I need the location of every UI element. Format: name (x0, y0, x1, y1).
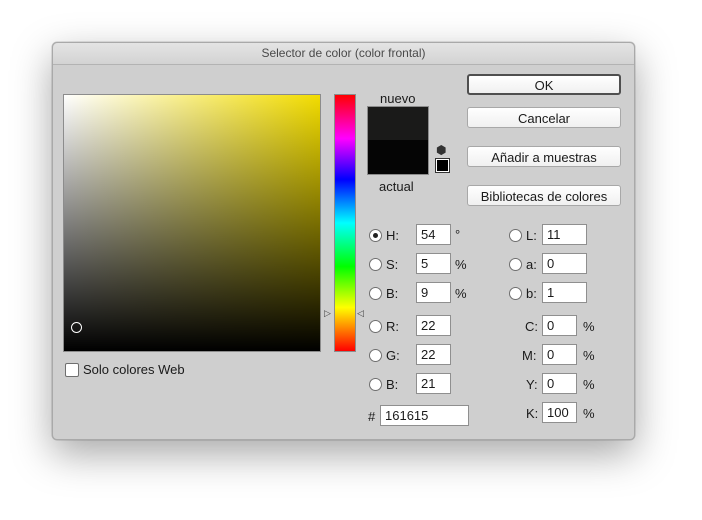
lab-a-label: a: (526, 257, 537, 272)
current-swatch-label: actual (379, 179, 414, 194)
hex-input[interactable]: 161615 (380, 405, 469, 426)
slider-arrow-right-icon[interactable]: ▷ (324, 309, 331, 318)
magenta-label: M: (522, 348, 537, 363)
brightness-input[interactable]: 9 (416, 282, 451, 303)
yellow-input[interactable]: 0 (542, 373, 577, 394)
blue-input[interactable]: 21 (416, 373, 451, 394)
lab-b-input[interactable]: 1 (542, 282, 587, 303)
s-unit: % (455, 257, 467, 272)
s-label: S: (386, 257, 399, 272)
cancel-button[interactable]: Cancelar (467, 107, 621, 128)
r-input[interactable]: 22 (416, 315, 451, 336)
brightness-label: B: (386, 286, 399, 301)
new-swatch-label: nuevo (380, 91, 416, 106)
lab-a-input[interactable]: 0 (542, 253, 587, 274)
magenta-input[interactable]: 0 (542, 344, 577, 365)
new-color-swatch (368, 107, 428, 140)
g-radio[interactable] (369, 349, 382, 362)
color-preview (367, 106, 429, 175)
r-label: R: (386, 319, 399, 334)
web-colors-only-label[interactable]: Solo colores Web (83, 362, 185, 378)
lab-a-radio[interactable] (509, 258, 522, 271)
r-radio[interactable] (369, 320, 382, 333)
brightness-unit: % (455, 286, 467, 301)
saturation-brightness-field[interactable] (63, 94, 321, 352)
cyan-label: C: (525, 319, 538, 334)
cube-icon[interactable]: ⬢ (436, 143, 446, 157)
lab-l-label: L: (526, 228, 537, 243)
color-field-marker[interactable] (71, 322, 82, 333)
yellow-label: Y: (526, 377, 538, 392)
hue-slider[interactable] (334, 94, 356, 352)
black-unit: % (583, 406, 595, 421)
current-color-swatch[interactable] (368, 140, 428, 174)
hex-label: # (368, 409, 376, 424)
magenta-unit: % (583, 348, 595, 363)
lab-l-input[interactable]: 11 (542, 224, 587, 245)
color-picker-dialog: Selector de color (color frontal) ▷ ◁ nu… (52, 42, 635, 440)
g-label: G: (386, 348, 400, 363)
cyan-input[interactable]: 0 (542, 315, 577, 336)
web-safe-swatch-icon[interactable] (436, 159, 449, 172)
s-input[interactable]: 5 (416, 253, 451, 274)
ok-button[interactable]: OK (467, 74, 621, 95)
blue-radio[interactable] (369, 378, 382, 391)
web-colors-only-checkbox[interactable] (65, 363, 79, 377)
add-to-swatches-button[interactable]: Añadir a muestras (467, 146, 621, 167)
h-input[interactable]: 54 (416, 224, 451, 245)
cyan-unit: % (583, 319, 595, 334)
lab-l-radio[interactable] (509, 229, 522, 242)
black-input[interactable]: 100 (542, 402, 577, 423)
blue-label: B: (386, 377, 399, 392)
lab-b-radio[interactable] (509, 287, 522, 300)
g-input[interactable]: 22 (416, 344, 451, 365)
h-label: H: (386, 228, 399, 243)
dialog-title: Selector de color (color frontal) (53, 43, 634, 65)
s-radio[interactable] (369, 258, 382, 271)
brightness-radio[interactable] (369, 287, 382, 300)
color-libraries-button[interactable]: Bibliotecas de colores (467, 185, 621, 206)
lab-b-label: b: (526, 286, 537, 301)
yellow-unit: % (583, 377, 595, 392)
black-label: K: (526, 406, 539, 421)
h-unit: ° (455, 227, 461, 242)
slider-arrow-left-icon[interactable]: ◁ (357, 309, 364, 318)
h-radio[interactable] (369, 229, 382, 242)
